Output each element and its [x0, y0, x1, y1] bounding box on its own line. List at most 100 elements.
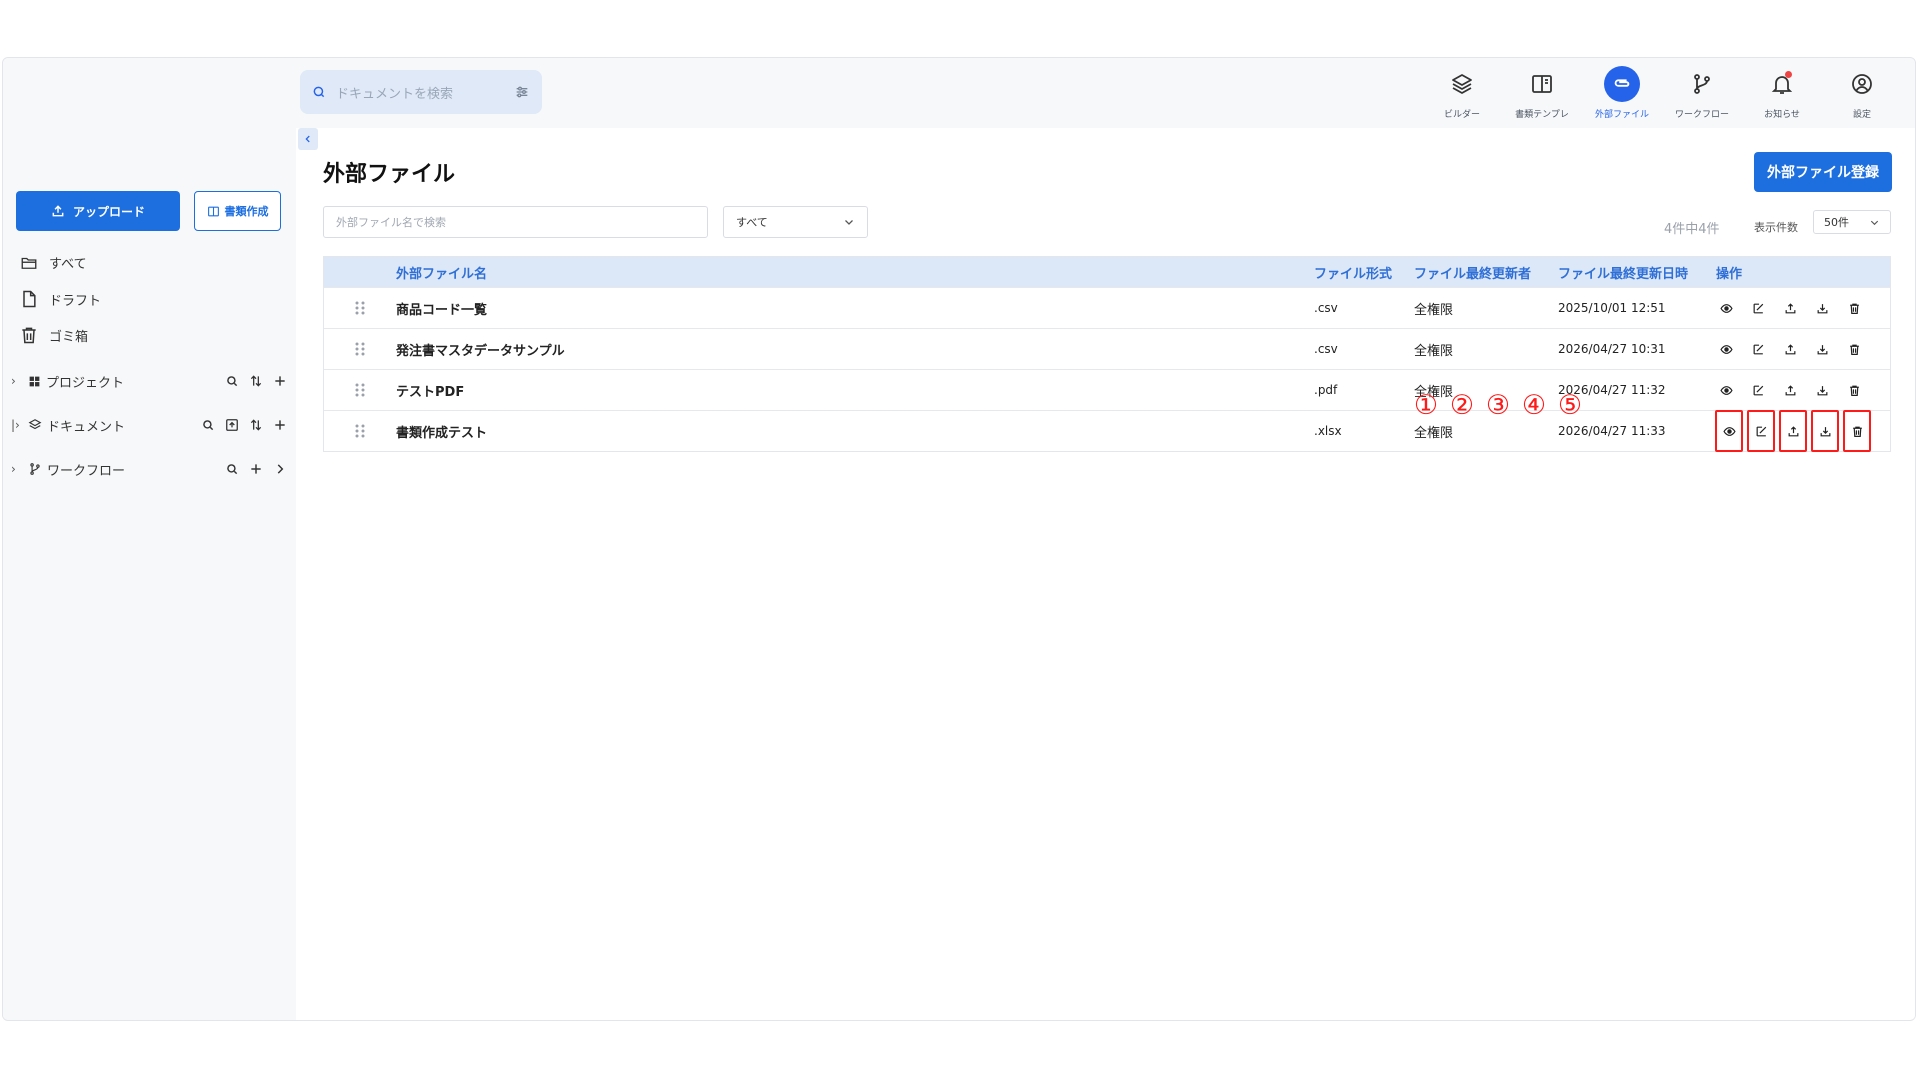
global-search[interactable]: ドキュメントを検索 — [300, 70, 542, 114]
top-nav: ビルダー 書類テンプレ 外部ファイル ワークフロー お知らせ 設定 — [1437, 66, 1887, 120]
file-updated-at: 2026/04/27 11:33 — [1558, 424, 1666, 438]
eye-icon[interactable] — [1716, 380, 1736, 400]
sidebar-item-drafts[interactable]: ドラフト — [19, 289, 101, 309]
nav-label: お知らせ — [1764, 110, 1800, 120]
table-row[interactable]: 発注書マスタデータサンプル .csv 全権限 2026/04/27 10:31 — [324, 328, 1890, 369]
create-document-label: 書類作成 — [224, 205, 269, 218]
search-icon — [313, 86, 325, 98]
nav-label: ビルダー — [1443, 110, 1480, 120]
chevron-right-icon: › — [11, 462, 16, 476]
nav-notifications[interactable]: お知らせ — [1757, 66, 1807, 120]
plus-icon[interactable] — [273, 418, 287, 432]
column-header[interactable]: 外部ファイル名 — [396, 263, 1314, 282]
main-content: 外部ファイル 外部ファイル登録 外部ファイル名で検索 すべて 4件中4件 表示件… — [296, 128, 1915, 1020]
edit-icon[interactable] — [1748, 339, 1768, 359]
grid-icon — [29, 376, 40, 386]
nav-workflow[interactable]: ワークフロー — [1675, 66, 1729, 120]
table-row[interactable]: 商品コード一覧 .csv 全権限 2025/10/01 12:51 — [324, 287, 1890, 328]
upload-label: アップロード — [72, 204, 145, 219]
nav-label: 設定 — [1852, 110, 1871, 120]
file-name[interactable]: 商品コード一覧 — [396, 299, 1314, 318]
edit-icon[interactable] — [1748, 380, 1768, 400]
drag-handle-icon[interactable] — [324, 341, 396, 357]
sidebar-item-all[interactable]: すべて — [19, 253, 87, 272]
annotation-marker: ④ — [1521, 390, 1547, 421]
file-format: .xlsx — [1314, 424, 1342, 438]
search-icon[interactable] — [225, 462, 239, 476]
column-header[interactable]: ファイル形式 — [1314, 263, 1414, 282]
download-icon[interactable] — [1812, 380, 1832, 400]
trash-icon[interactable] — [1844, 339, 1864, 359]
trash-icon — [22, 327, 36, 344]
download-icon[interactable] — [1811, 410, 1839, 452]
create-document-button[interactable]: 書類作成 — [194, 191, 281, 231]
plus-icon[interactable] — [273, 374, 287, 388]
column-header[interactable]: ファイル最終更新者 — [1414, 263, 1558, 282]
upload-icon — [52, 205, 64, 217]
file-icon — [23, 290, 36, 308]
eye-icon[interactable] — [1716, 298, 1736, 318]
per-page-select[interactable]: 50件 — [1813, 210, 1891, 234]
register-external-file-button[interactable]: 外部ファイル登録 — [1754, 152, 1892, 192]
sort-icon[interactable] — [249, 374, 263, 388]
import-icon[interactable] — [225, 418, 239, 432]
upload-icon[interactable] — [1780, 298, 1800, 318]
tree-workflows-toggle[interactable]: › ワークフロー — [11, 460, 225, 479]
file-updated-at: 2025/10/01 12:51 — [1558, 301, 1666, 315]
nav-builder[interactable]: ビルダー — [1437, 66, 1487, 120]
file-name[interactable]: 発注書マスタデータサンプル — [396, 340, 1314, 359]
table-row[interactable]: 書類作成テスト .xlsx 全権限 2026/04/27 11:33 — [324, 410, 1890, 452]
file-name[interactable]: テストPDF — [396, 381, 1314, 400]
per-page-label: 表示件数 — [1754, 221, 1798, 234]
drag-handle-icon[interactable] — [324, 423, 396, 439]
chevron-right-icon[interactable] — [273, 462, 287, 476]
download-icon[interactable] — [1812, 298, 1832, 318]
nav-templates[interactable]: 書類テンプレ — [1515, 66, 1569, 120]
annotation-marker: ⑤ — [1557, 390, 1583, 421]
eye-icon[interactable] — [1715, 410, 1743, 452]
file-updater: 全権限 — [1414, 425, 1454, 441]
upload-icon[interactable] — [1780, 380, 1800, 400]
annotation-marker: ① — [1413, 390, 1439, 421]
nav-settings[interactable]: 設定 — [1837, 66, 1887, 120]
search-icon[interactable] — [201, 418, 215, 432]
edit-icon[interactable] — [1747, 410, 1775, 452]
nav-external-files[interactable]: 外部ファイル — [1595, 66, 1649, 120]
tree-projects-toggle[interactable]: › プロジェクト — [11, 372, 225, 391]
upload-icon[interactable] — [1780, 339, 1800, 359]
table-row[interactable]: テストPDF .pdf 全権限 2026/04/27 11:32 — [324, 369, 1890, 410]
sort-icon[interactable] — [249, 418, 263, 432]
layers-icon — [28, 419, 42, 430]
download-icon[interactable] — [1812, 339, 1832, 359]
trash-icon[interactable] — [1844, 298, 1864, 318]
search-placeholder: ドキュメントを検索 — [336, 86, 454, 102]
trash-icon[interactable] — [1844, 380, 1864, 400]
plus-icon[interactable] — [249, 462, 263, 476]
nav-label: 書類テンプレ — [1515, 110, 1569, 120]
search-icon[interactable] — [225, 374, 239, 388]
eye-icon[interactable] — [1716, 339, 1736, 359]
row-actions — [1716, 380, 1890, 400]
book-icon — [207, 206, 219, 216]
filter-select-value: すべて — [736, 216, 768, 229]
upload-button[interactable]: アップロード — [16, 191, 180, 231]
tree-documents-toggle[interactable]: |› ドキュメント — [11, 416, 201, 435]
filter-select[interactable]: すべて — [723, 206, 868, 238]
drag-handle-icon[interactable] — [324, 382, 396, 398]
git-branch-icon — [30, 463, 40, 475]
column-header[interactable]: ファイル最終更新日時 — [1558, 263, 1716, 282]
folder-icon — [21, 257, 37, 269]
annotation-marker: ② — [1449, 390, 1475, 421]
drag-handle-icon[interactable] — [324, 300, 396, 316]
sidebar-item-label: ゴミ箱 — [49, 329, 89, 345]
edit-icon[interactable] — [1748, 298, 1768, 318]
sliders-icon[interactable] — [514, 84, 530, 100]
chevron-right-icon: › — [11, 374, 16, 388]
paperclip-icon — [1604, 66, 1640, 102]
sidebar-item-trash[interactable]: ゴミ箱 — [19, 325, 88, 345]
file-name[interactable]: 書類作成テスト — [396, 422, 1314, 441]
trash-icon[interactable] — [1843, 410, 1871, 452]
file-name-search-input[interactable]: 外部ファイル名で検索 — [323, 206, 708, 238]
upload-icon[interactable] — [1779, 410, 1807, 452]
collapse-sidebar-button[interactable] — [298, 128, 318, 150]
